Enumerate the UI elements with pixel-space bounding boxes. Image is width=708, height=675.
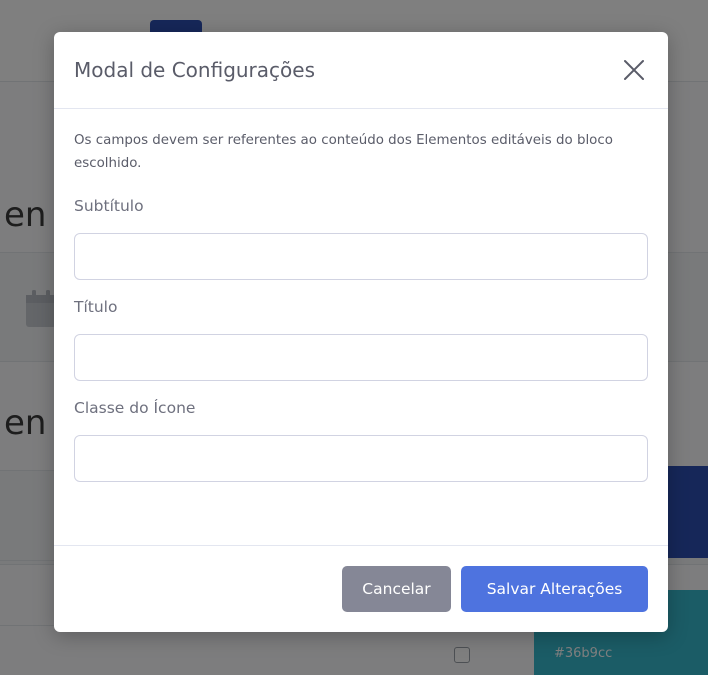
cancel-button[interactable]: Cancelar bbox=[342, 566, 451, 612]
close-button[interactable] bbox=[620, 56, 648, 84]
save-changes-button[interactable]: Salvar Alterações bbox=[461, 566, 648, 612]
icon-class-input[interactable] bbox=[74, 435, 648, 482]
modal-footer: Cancelar Salvar Alterações bbox=[54, 545, 668, 632]
icon-class-label: Classe do Ícone bbox=[74, 399, 196, 417]
title-group: Título bbox=[74, 296, 648, 381]
modal-header: Modal de Configurações bbox=[54, 32, 668, 109]
close-icon bbox=[624, 60, 644, 80]
subtitle-label: Subtítulo bbox=[74, 197, 144, 215]
subtitle-group: Subtítulo bbox=[74, 195, 648, 280]
modal-body: Os campos devem ser referentes ao conteú… bbox=[54, 109, 668, 482]
subtitle-input[interactable] bbox=[74, 233, 648, 280]
icon-class-group: Classe do Ícone bbox=[74, 397, 648, 482]
modal-description: Os campos devem ser referentes ao conteú… bbox=[74, 133, 613, 171]
title-input[interactable] bbox=[74, 334, 648, 381]
modal-title: Modal de Configurações bbox=[74, 58, 315, 82]
settings-modal: Modal de Configurações Os campos devem s… bbox=[54, 32, 668, 632]
title-label: Título bbox=[74, 298, 118, 316]
